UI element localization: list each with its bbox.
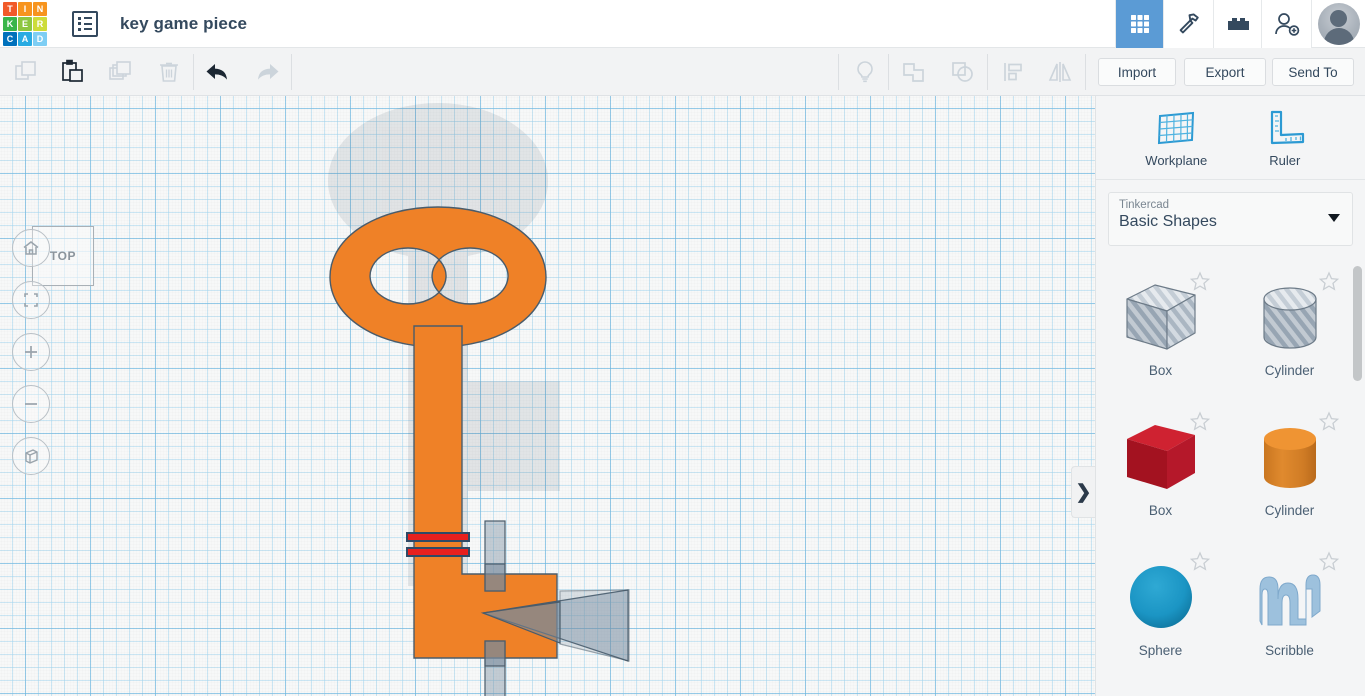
zoom-out-icon[interactable] xyxy=(12,385,50,423)
chevron-down-icon xyxy=(1328,214,1340,222)
library-selected: Basic Shapes xyxy=(1119,213,1217,230)
shape-item-box[interactable]: Box xyxy=(1096,401,1225,541)
shape-item-cylinder-hole[interactable]: Cylinder xyxy=(1225,261,1354,401)
panel-scrollbar-thumb[interactable] xyxy=(1353,266,1362,381)
logo-tile-e-4: E xyxy=(18,16,32,31)
app-header: TIN KER CAD key game piece xyxy=(0,0,1365,48)
shape-item-cylinder[interactable]: Cylinder xyxy=(1225,401,1354,541)
ruler-icon xyxy=(1270,110,1304,144)
duplicate-icon[interactable] xyxy=(98,48,146,95)
import-button[interactable]: Import xyxy=(1098,58,1176,86)
edit-toolbar: Import Export Send To xyxy=(0,48,1365,96)
perspective-toggle-icon[interactable] xyxy=(12,437,50,475)
design-canvas[interactable]: TOP ❯ Edit Grid Snap G xyxy=(0,96,1095,696)
favorite-star-icon[interactable] xyxy=(1318,551,1340,572)
ungroup-icon[interactable] xyxy=(939,48,987,95)
home-view-icon[interactable] xyxy=(12,229,50,267)
shape-library-select[interactable]: Tinkercad Basic Shapes xyxy=(1108,192,1353,246)
favorite-star-icon[interactable] xyxy=(1189,271,1211,292)
favorite-star-icon[interactable] xyxy=(1318,271,1340,292)
shape-item-box-hole[interactable]: Box xyxy=(1096,261,1225,401)
group-icon[interactable] xyxy=(890,48,938,95)
logo-tile-c-6: C xyxy=(3,31,17,46)
tinkercad-logo[interactable]: TIN KER CAD xyxy=(2,1,48,47)
send-to-button[interactable]: Send To xyxy=(1272,58,1354,86)
shape-label: Cylinder xyxy=(1264,503,1315,518)
mirror-icon[interactable] xyxy=(1036,48,1084,95)
workplane-tool[interactable]: Workplane xyxy=(1129,108,1223,168)
shape-label: Box xyxy=(1148,503,1173,518)
workplane-label: Workplane xyxy=(1145,152,1208,168)
align-icon[interactable] xyxy=(989,48,1037,95)
ruler-label: Ruler xyxy=(1269,152,1301,168)
shape-label: Sphere xyxy=(1138,643,1183,658)
favorite-star-icon[interactable] xyxy=(1189,551,1211,572)
library-category: Tinkercad xyxy=(1119,199,1170,211)
fit-to-view-icon[interactable] xyxy=(12,281,50,319)
view-cube-label: TOP xyxy=(49,249,77,263)
shapes-panel: Workplane Ruler Tinkercad Basic Shapes B… xyxy=(1095,96,1365,696)
zoom-in-icon[interactable] xyxy=(12,333,50,371)
export-button[interactable]: Export xyxy=(1184,58,1266,86)
avatar[interactable] xyxy=(1311,0,1365,48)
list-document-icon[interactable] xyxy=(72,10,98,37)
add-person-icon[interactable] xyxy=(1261,0,1311,48)
panel-tools: Workplane Ruler xyxy=(1096,96,1365,180)
collapse-panel-button[interactable]: ❯ xyxy=(1071,466,1095,518)
header-actions xyxy=(1115,0,1365,48)
favorite-star-icon[interactable] xyxy=(1189,411,1211,432)
key-model[interactable] xyxy=(0,96,1095,696)
logo-tile-r-5: R xyxy=(33,16,47,31)
logo-tile-a-7: A xyxy=(18,31,32,46)
workplane-icon xyxy=(1158,111,1195,144)
undo-icon[interactable] xyxy=(195,48,243,95)
light-bulb-icon[interactable] xyxy=(841,48,889,95)
logo-tile-d-8: D xyxy=(33,31,47,46)
grid-gallery-icon[interactable] xyxy=(1115,0,1163,48)
shape-label: Box xyxy=(1148,363,1173,378)
copy-icon[interactable] xyxy=(2,48,50,95)
shape-item-scribble[interactable]: Scribble xyxy=(1225,541,1354,681)
favorite-star-icon[interactable] xyxy=(1318,411,1340,432)
hammer-codeblocks-icon[interactable] xyxy=(1163,0,1213,48)
paste-icon[interactable] xyxy=(49,48,97,95)
shape-item-sphere[interactable]: Sphere xyxy=(1096,541,1225,681)
delete-icon[interactable] xyxy=(145,48,193,95)
shape-label: Scribble xyxy=(1265,643,1314,658)
logo-tile-i-1: I xyxy=(18,1,32,16)
logo-tile-n-2: N xyxy=(33,1,47,16)
brick-blocks-icon[interactable] xyxy=(1213,0,1261,48)
redo-icon[interactable] xyxy=(242,48,290,95)
logo-tile-t-0: T xyxy=(3,1,17,16)
logo-tile-k-3: K xyxy=(3,16,17,31)
ruler-tool[interactable]: Ruler xyxy=(1238,108,1332,168)
page-title: key game piece xyxy=(120,13,248,33)
shape-label: Cylinder xyxy=(1264,363,1315,378)
shape-grid: Box Cylinder Box Cylinder Sphere Scribbl… xyxy=(1096,261,1354,696)
